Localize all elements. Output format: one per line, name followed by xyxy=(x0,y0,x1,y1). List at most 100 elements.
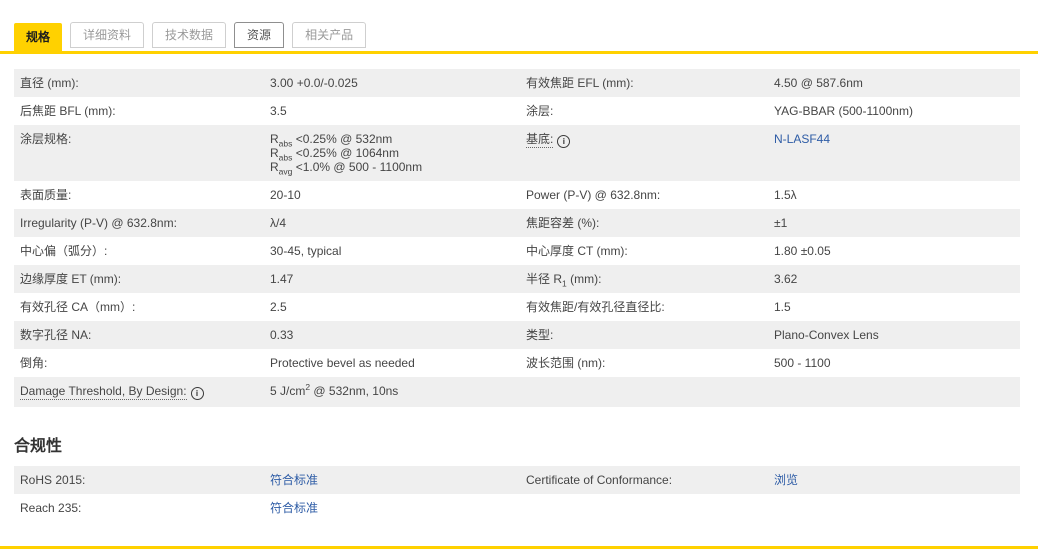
spec-row: 涂层规格: Rabs <0.25% @ 532nmRabs <0.25% @ 10… xyxy=(14,125,1020,181)
spec-label: Certificate of Conformance: xyxy=(520,466,768,494)
spec-label-text: 有效焦距 EFL (mm): xyxy=(526,76,634,90)
spec-row: Reach 235: 符合标准 xyxy=(14,494,1020,522)
spec-value: Rabs <0.25% @ 532nmRabs <0.25% @ 1064nmR… xyxy=(264,125,520,181)
spec-label: 有效孔径 CA（mm）: xyxy=(14,293,264,321)
spec-value: 3.62 xyxy=(768,265,1020,293)
spec-label: 焦距容差 (%): xyxy=(520,209,768,237)
spec-value: 3.00 +0.0/-0.025 xyxy=(264,69,520,97)
spec-label: RoHS 2015: xyxy=(14,466,264,494)
spec-link[interactable]: 浏览 xyxy=(774,473,798,487)
spec-value-text: 20-10 xyxy=(270,188,301,202)
spec-value: 5 J/cm2 @ 532nm, 10ns xyxy=(264,377,520,407)
spec-row: RoHS 2015: 符合标准 Certificate of Conformance… xyxy=(14,466,1020,494)
spec-value-text: 1.80 ±0.05 xyxy=(774,244,831,258)
spec-row: 后焦距 BFL (mm): 3.5 涂层: YAG-BBAR (500-1100nm) xyxy=(14,97,1020,125)
spec-value-text: Protective bevel as needed xyxy=(270,356,415,370)
spec-label: 有效焦距 EFL (mm): xyxy=(520,69,768,97)
spec-value-text: 1.5 xyxy=(774,300,791,314)
spec-link[interactable]: 符合标准 xyxy=(270,473,318,487)
spec-label: 半径 R1 (mm): xyxy=(520,265,768,293)
spec-link[interactable]: 符合标准 xyxy=(270,501,318,515)
tab-specifications[interactable]: 规格 xyxy=(14,23,62,51)
spec-label: 直径 (mm): xyxy=(14,69,264,97)
spec-value-text: 1.47 xyxy=(270,272,293,286)
spec-value: N-LASF44 xyxy=(768,125,1020,181)
spec-value-text: 500 - 1100 xyxy=(774,356,831,370)
spec-value-text: λ/4 xyxy=(270,216,286,230)
spec-row: 有效孔径 CA（mm）: 2.5 有效焦距/有效孔径直径比: 1.5 xyxy=(14,293,1020,321)
spec-label-text: 涂层: xyxy=(526,104,553,118)
tab-details[interactable]: 详细资料 xyxy=(70,22,144,48)
spec-value: 3.5 xyxy=(264,97,520,125)
tab-technical-data[interactable]: 技术数据 xyxy=(152,22,226,48)
spec-value: ±1 xyxy=(768,209,1020,237)
spec-value: Plano-Convex Lens xyxy=(768,321,1020,349)
spec-label-text: 后焦距 BFL (mm): xyxy=(20,104,116,118)
spec-value xyxy=(768,494,1020,522)
spec-label: 数字孔径 NA: xyxy=(14,321,264,349)
spec-value-text: 3.62 xyxy=(774,272,797,286)
spec-row: Irregularity (P-V) @ 632.8nm: λ/4 焦距容差 (%)… xyxy=(14,209,1020,237)
spec-label-text: 类型: xyxy=(526,328,553,342)
spec-label: Irregularity (P-V) @ 632.8nm: xyxy=(14,209,264,237)
spec-value-text: 4.50 @ 587.6nm xyxy=(774,76,863,90)
spec-value-text: 0.33 xyxy=(270,328,293,342)
spec-value-text: ±1 xyxy=(774,216,787,230)
spec-value: 符合标准 xyxy=(264,466,520,494)
spec-label-text: 中心厚度 CT (mm): xyxy=(526,244,628,258)
spec-value: 30-45, typical xyxy=(264,237,520,265)
spec-label: 波长范围 (nm): xyxy=(520,349,768,377)
spec-value-text: Plano-Convex Lens xyxy=(774,328,879,342)
spec-table: 直径 (mm): 3.00 +0.0/-0.025 有效焦距 EFL (mm): 4.… xyxy=(14,69,1020,407)
spec-label-text: 涂层规格: xyxy=(20,132,71,146)
spec-value-text: 2.5 xyxy=(270,300,287,314)
spec-value-text: 3.00 +0.0/-0.025 xyxy=(270,76,358,90)
spec-label: 类型: xyxy=(520,321,768,349)
spec-label-text: RoHS 2015: xyxy=(20,473,85,487)
spec-label-text: 有效焦距/有效孔径直径比: xyxy=(526,300,665,314)
spec-label: Power (P-V) @ 632.8nm: xyxy=(520,181,768,209)
spec-label-text: 边缘厚度 ET (mm): xyxy=(20,272,121,286)
spec-row: 中心偏（弧分）: 30-45, typical 中心厚度 CT (mm): 1.80 … xyxy=(14,237,1020,265)
spec-label-text[interactable]: Damage Threshold, By Design: xyxy=(20,384,187,400)
spec-label: 倒角: xyxy=(14,349,264,377)
tab-resources[interactable]: 资源 xyxy=(234,22,284,48)
spec-value: 4.50 @ 587.6nm xyxy=(768,69,1020,97)
spec-link[interactable]: N-LASF44 xyxy=(774,132,830,146)
spec-value: 1.5λ xyxy=(768,181,1020,209)
spec-label: Reach 235: xyxy=(14,494,264,522)
spec-value: λ/4 xyxy=(264,209,520,237)
spec-label-text: 中心偏（弧分）: xyxy=(20,244,107,258)
spec-value: 浏览 xyxy=(768,466,1020,494)
spec-value-text: 1.5λ xyxy=(774,188,797,202)
spec-label: 涂层: xyxy=(520,97,768,125)
spec-value-text: 3.5 xyxy=(270,104,287,118)
spec-row: Damage Threshold, By Design: i 5 J/cm2 @ 5… xyxy=(14,377,1020,407)
spec-value-text: YAG-BBAR (500-1100nm) xyxy=(774,104,913,118)
spec-value-text: Rabs <0.25% @ 532nmRabs <0.25% @ 1064nmR… xyxy=(270,132,422,174)
spec-label: Damage Threshold, By Design: i xyxy=(14,377,264,407)
tab-related-products[interactable]: 相关产品 xyxy=(292,22,366,48)
compliance-table: RoHS 2015: 符合标准 Certificate of Conformance… xyxy=(14,466,1020,522)
spec-label-text[interactable]: 基底: xyxy=(526,132,553,148)
spec-label: 边缘厚度 ET (mm): xyxy=(14,265,264,293)
spec-value: Protective bevel as needed xyxy=(264,349,520,377)
spec-value: 0.33 xyxy=(264,321,520,349)
spec-value: 符合标准 xyxy=(264,494,520,522)
spec-value: 2.5 xyxy=(264,293,520,321)
spec-value: 500 - 1100 xyxy=(768,349,1020,377)
spec-label xyxy=(520,377,768,407)
spec-label-text: 数字孔径 NA: xyxy=(20,328,91,342)
info-icon[interactable]: i xyxy=(191,387,204,400)
spec-label xyxy=(520,494,768,522)
spec-label: 后焦距 BFL (mm): xyxy=(14,97,264,125)
info-icon[interactable]: i xyxy=(557,135,570,148)
spec-label: 有效焦距/有效孔径直径比: xyxy=(520,293,768,321)
spec-value: YAG-BBAR (500-1100nm) xyxy=(768,97,1020,125)
spec-label: 表面质量: xyxy=(14,181,264,209)
spec-label-text: 半径 R1 (mm): xyxy=(526,272,601,286)
spec-label-text: Reach 235: xyxy=(20,501,81,515)
compliance-title: 合规性 xyxy=(14,432,1038,456)
spec-row: 直径 (mm): 3.00 +0.0/-0.025 有效焦距 EFL (mm): 4.… xyxy=(14,69,1020,97)
spec-label-text: 直径 (mm): xyxy=(20,76,79,90)
